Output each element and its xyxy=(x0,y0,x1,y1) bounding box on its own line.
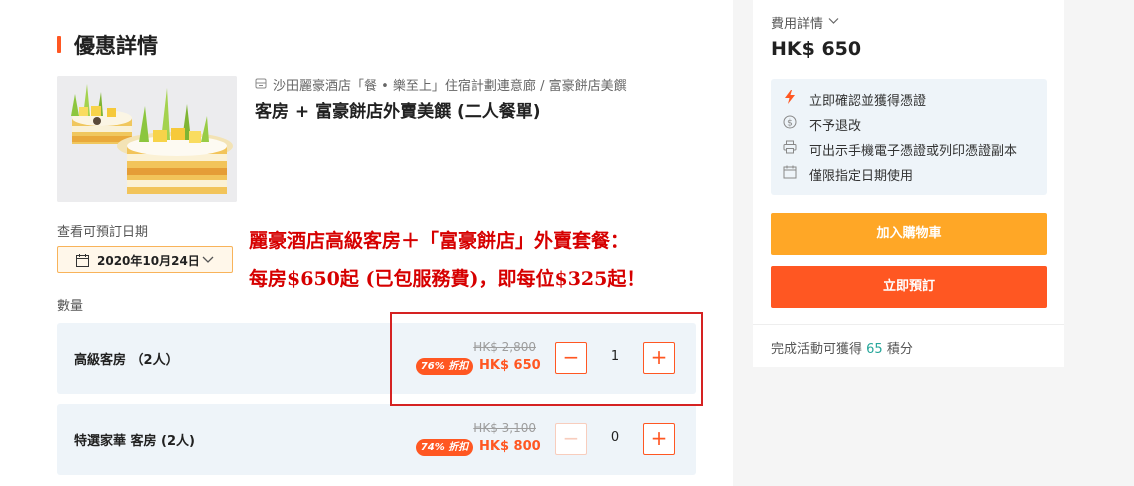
feature-list: 立即確認並獲得憑證 $ 不予退改 可出示手機電子憑證或列印憑證副本 僅限指定日期… xyxy=(771,79,1047,195)
hotel-icon xyxy=(255,78,267,89)
book-now-button[interactable]: 立即預訂 xyxy=(771,266,1047,308)
room-name: 高級客房 （2人） xyxy=(74,353,179,368)
feature-text: 立即確認並獲得憑證 xyxy=(809,94,927,109)
decrease-quantity-button[interactable]: − xyxy=(555,423,587,455)
points-prefix: 完成活動可獲得 xyxy=(771,342,867,357)
section-accent-bar xyxy=(57,36,61,53)
printer-icon xyxy=(783,140,797,154)
fee-details-toggle[interactable]: 費用詳情 xyxy=(771,13,823,32)
section-title: 優惠詳情 xyxy=(74,34,158,58)
product-location[interactable]: 沙田麗豪酒店「餐 • 樂至上」住宿計劃連意廊 / 富豪餅店美饌 xyxy=(273,75,627,94)
no-refund-icon: $ xyxy=(783,115,797,129)
quantity-label: 數量 xyxy=(57,299,84,314)
feature-text: 可出示手機電子憑證或列印憑證副本 xyxy=(809,144,1018,159)
calendar-icon xyxy=(76,254,89,267)
calendar-icon xyxy=(783,165,797,179)
points-suffix: 積分 xyxy=(882,342,913,357)
increase-quantity-button[interactable]: + xyxy=(643,423,675,455)
booking-summary-panel: 費用詳情 HK$ 650 立即確認並獲得憑證 $ 不予退改 可出示手機電子憑證或… xyxy=(753,0,1064,367)
feature-text: 不予退改 xyxy=(809,119,862,134)
chevron-down-icon xyxy=(202,256,214,263)
room-price: HK$ 800 xyxy=(479,439,541,454)
feature-text: 僅限指定日期使用 xyxy=(809,169,914,184)
date-value: 2020年10月24日 xyxy=(97,254,200,268)
quantity-value: 0 xyxy=(610,430,620,445)
add-to-cart-button[interactable]: 加入購物車 xyxy=(771,213,1047,255)
promo-line-1: 麗豪酒店高級客房＋「富豪餅店」外賣套餐： xyxy=(249,230,630,252)
deal-details-panel: 優惠詳情 沙田麗豪酒店「餐 • 樂至上」住宿計劃連意廊 / 富豪餅店美饌 客房 … xyxy=(0,0,733,486)
total-price: HK$ 650 xyxy=(771,38,862,60)
points-info: 完成活動可獲得 65 積分 xyxy=(771,338,913,357)
discount-badge: 74% 折扣 xyxy=(416,439,473,456)
date-picker[interactable]: 2020年10月24日 xyxy=(57,246,233,273)
original-price: HK$ 3,100 xyxy=(473,421,536,435)
promo-line-2: 每房$650起 (已包服務費)，即每位$325起！ xyxy=(249,268,646,290)
room-option-row: 特選家華 客房 (2人) HK$ 3,100 74% 折扣 HK$ 800 − … xyxy=(57,404,696,475)
product-image xyxy=(57,76,237,202)
svg-text:$: $ xyxy=(787,119,793,129)
highlight-annotation-box xyxy=(390,312,703,406)
room-name: 特選家華 客房 (2人) xyxy=(74,434,195,449)
chevron-down-icon[interactable] xyxy=(828,17,839,25)
points-value: 65 xyxy=(866,342,883,357)
lightning-icon xyxy=(785,90,795,104)
product-title: 客房 + 富豪餅店外賣美饌 (二人餐單) xyxy=(255,102,541,122)
date-label: 查看可預訂日期 xyxy=(57,225,149,240)
divider xyxy=(753,324,1064,325)
